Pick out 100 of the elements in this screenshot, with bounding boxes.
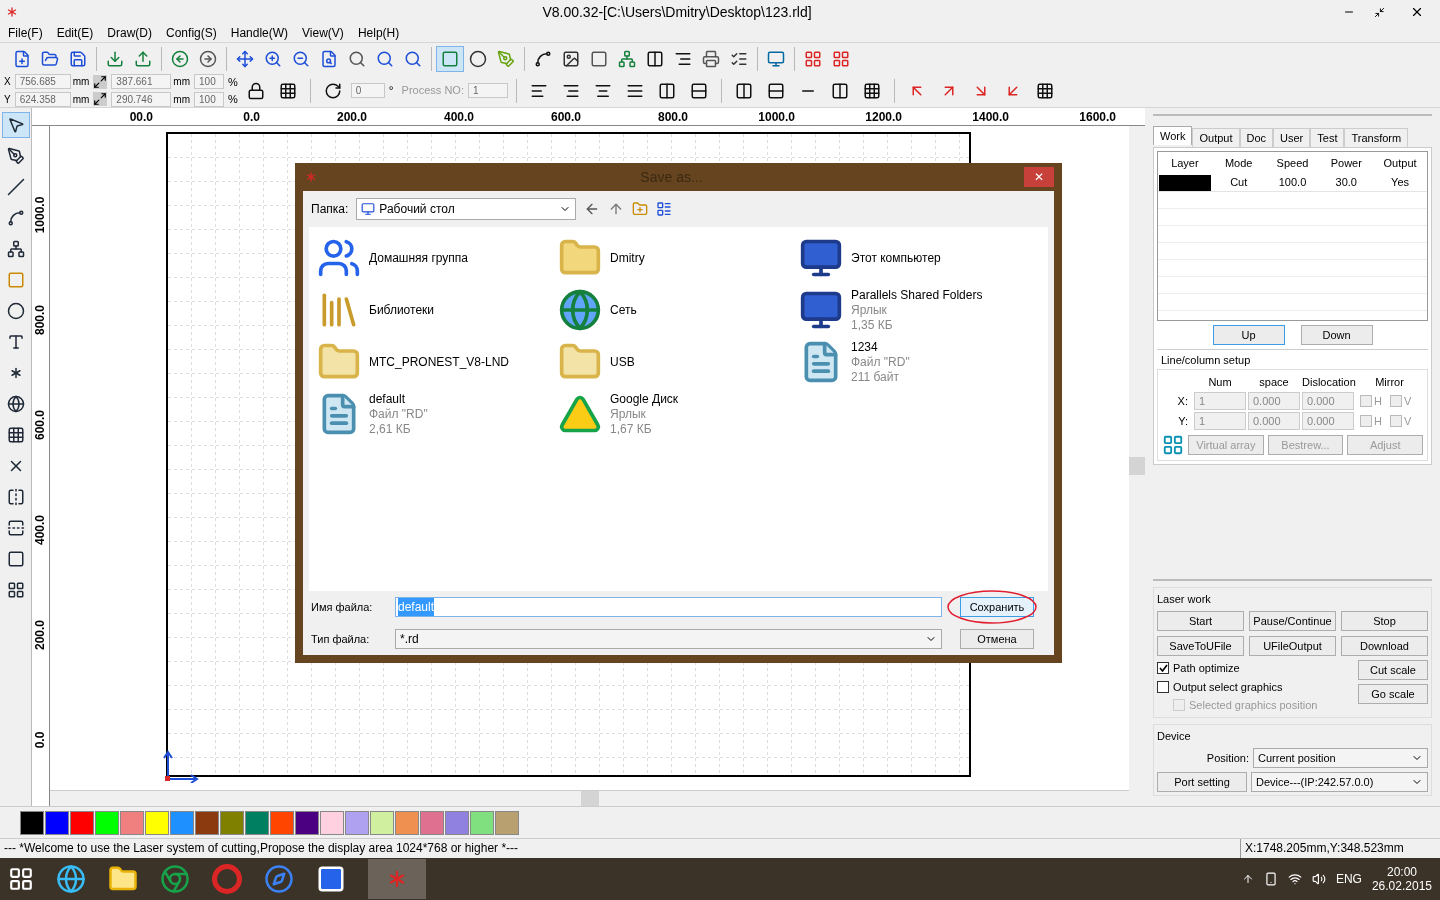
browser-icon[interactable] xyxy=(56,864,86,894)
checkbox[interactable] xyxy=(1360,395,1372,407)
compass-icon[interactable] xyxy=(264,864,294,894)
color-swatch[interactable] xyxy=(445,810,469,835)
file-size: 211 байт xyxy=(851,369,900,385)
restore-icon xyxy=(1373,6,1385,18)
file-item[interactable]: Этот компьютер xyxy=(799,235,1040,281)
color-swatch[interactable] xyxy=(270,810,294,835)
menu-item[interactable]: Edit(E) xyxy=(56,24,94,42)
color-swatch[interactable] xyxy=(45,810,69,835)
folder-dropdown[interactable]: Рабочий стол xyxy=(356,198,577,220)
scale-x-field[interactable]: 100 xyxy=(194,74,224,90)
file-item[interactable]: 1234 Файл "RD" 211 байт xyxy=(799,339,1040,385)
color-swatch[interactable] xyxy=(420,810,444,835)
color-swatch[interactable] xyxy=(170,810,194,835)
tray-arrow-icon[interactable] xyxy=(1241,873,1254,885)
chrome-icon[interactable] xyxy=(160,864,190,894)
column-header: Output xyxy=(1382,155,1418,171)
checkbox[interactable] xyxy=(1157,662,1169,675)
panel-button[interactable]: Cut scale xyxy=(1358,660,1428,680)
file-item[interactable]: USB xyxy=(558,339,799,385)
process-field[interactable]: 1 xyxy=(467,83,508,98)
close-button[interactable]: ✕ xyxy=(1024,167,1054,187)
x-field[interactable]: 756.685 xyxy=(14,74,71,90)
color-swatch[interactable] xyxy=(320,810,344,835)
color-swatch[interactable] xyxy=(70,810,94,835)
scale-y-field[interactable]: 100 xyxy=(194,91,224,107)
checkbox[interactable] xyxy=(1389,395,1402,407)
panel-tab[interactable]: Work xyxy=(1153,126,1193,145)
cancel-button[interactable]: Отмена xyxy=(960,629,1034,649)
file-item[interactable]: Google Диск Ярлык 1,67 КБ xyxy=(558,391,799,437)
color-swatch[interactable] xyxy=(395,810,419,835)
color-swatch[interactable] xyxy=(245,810,269,835)
color-swatch[interactable] xyxy=(20,810,44,835)
width-field[interactable]: 387.661 xyxy=(111,74,172,90)
panel-tab[interactable]: Output xyxy=(1192,128,1240,147)
file-item[interactable]: default Файл "RD" 2,61 КБ xyxy=(317,391,558,437)
position-dropdown[interactable]: Current position xyxy=(1253,748,1428,768)
file-item[interactable]: Dmitry xyxy=(558,235,799,281)
panel-tab[interactable]: User xyxy=(1273,128,1311,147)
rotation-field[interactable]: 0 xyxy=(350,83,385,98)
panel-button[interactable]: Port setting xyxy=(1157,772,1247,792)
network-icon[interactable] xyxy=(1287,872,1302,886)
file-item[interactable]: Сеть xyxy=(558,287,799,333)
color-swatch[interactable] xyxy=(345,810,369,835)
menu-item[interactable]: Config(S) xyxy=(166,24,217,42)
checkbox[interactable] xyxy=(1157,680,1169,693)
mirror-label: H xyxy=(1374,413,1382,429)
ring-icon[interactable] xyxy=(212,864,242,894)
menu-item[interactable]: Draw(D) xyxy=(107,24,153,42)
view-menu-icon[interactable] xyxy=(656,201,673,217)
panel-button[interactable]: Pause/Continue xyxy=(1249,611,1336,631)
file-name: Домашняя группа xyxy=(369,250,469,266)
panel-button[interactable]: Download xyxy=(1341,636,1428,656)
panel-button[interactable]: Start xyxy=(1157,611,1244,631)
color-swatch[interactable] xyxy=(220,810,244,835)
color-swatch[interactable] xyxy=(470,810,494,835)
battery-icon[interactable] xyxy=(1263,872,1278,886)
window-title: V8.00.32-[C:\Users\Dmitry\Desktop\123.rld] xyxy=(541,2,813,22)
color-swatch[interactable] xyxy=(195,810,219,835)
checkbox[interactable] xyxy=(1389,415,1402,427)
color-swatch[interactable] xyxy=(120,810,144,835)
menu-item[interactable]: View(V) xyxy=(302,24,344,42)
save-button[interactable]: Сохранить xyxy=(960,597,1034,617)
color-swatch[interactable] xyxy=(495,810,519,835)
height-field[interactable]: 290.746 xyxy=(111,91,172,107)
panel-button[interactable]: Down xyxy=(1300,325,1373,345)
file-name: Dmitry xyxy=(610,250,645,266)
file-item[interactable]: Домашняя группа xyxy=(317,235,558,281)
menu-item[interactable]: Help(H) xyxy=(357,24,400,42)
color-swatch[interactable] xyxy=(145,810,169,835)
frame-select-icon[interactable] xyxy=(436,45,464,72)
panel-tab[interactable]: Test xyxy=(1310,128,1345,147)
menu-item[interactable]: File(F) xyxy=(8,24,43,42)
language-indicator[interactable]: ENG xyxy=(1335,870,1362,888)
clock-time: 20:00 xyxy=(1386,865,1417,879)
panel-button[interactable]: UFileOutput xyxy=(1249,636,1336,656)
color-swatch[interactable] xyxy=(370,810,394,835)
filename-label: Имя файла: xyxy=(311,599,374,615)
new-folder-icon[interactable] xyxy=(632,201,649,217)
file-item[interactable]: MTC_PRONEST_V8-LND xyxy=(317,339,558,385)
horizontal-scrollbar[interactable] xyxy=(50,790,1129,806)
panel-button[interactable]: Up xyxy=(1212,325,1285,345)
device-dropdown[interactable]: Device---(IP:242.57.0.0) xyxy=(1251,772,1428,792)
panel-button[interactable]: Go scale xyxy=(1358,684,1428,704)
panel-button[interactable]: SaveToUFile xyxy=(1157,636,1244,656)
volume-icon[interactable] xyxy=(1311,872,1326,886)
menu-item[interactable]: Handle(W) xyxy=(230,24,289,42)
y-field[interactable]: 624.358 xyxy=(14,91,71,107)
pointer-icon[interactable] xyxy=(1,112,30,138)
color-swatch[interactable] xyxy=(95,810,119,835)
filetype-dropdown[interactable]: *.rd xyxy=(395,629,942,649)
start-icon[interactable] xyxy=(8,866,34,892)
file-item[interactable]: Библиотеки xyxy=(317,287,558,333)
color-swatch[interactable] xyxy=(295,810,319,835)
panel-button[interactable]: Stop xyxy=(1341,611,1428,631)
panel-tab[interactable]: Transform xyxy=(1344,128,1409,147)
file-item[interactable]: Parallels Shared Folders Ярлык 1,35 КБ xyxy=(799,287,1040,333)
checkbox[interactable] xyxy=(1360,415,1372,427)
panel-tab[interactable]: Doc xyxy=(1239,128,1274,147)
